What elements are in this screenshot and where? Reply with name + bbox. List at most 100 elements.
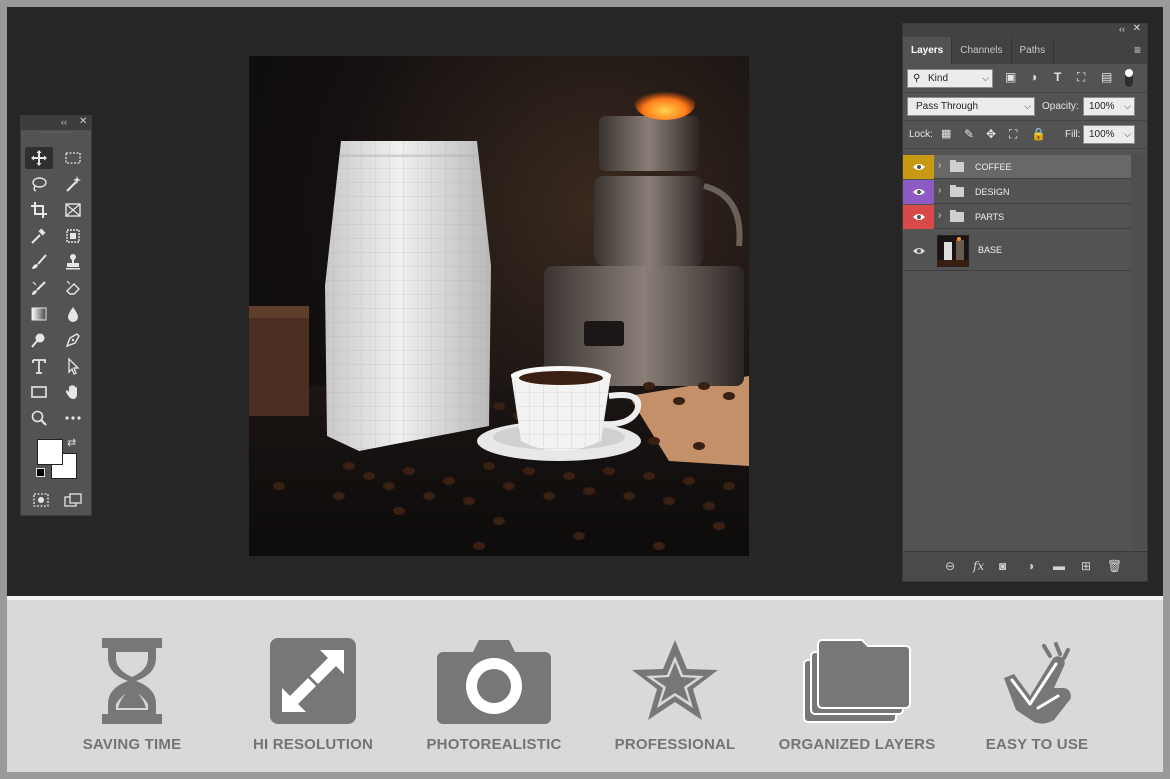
lock-artboard-icon[interactable]: ⛶ <box>1009 125 1017 144</box>
history-brush-tool-icon[interactable] <box>25 277 53 299</box>
close-icon[interactable]: ✕ <box>79 116 87 127</box>
close-icon[interactable]: ✕ <box>1133 23 1141 34</box>
layer-name: COFFEE <box>975 162 1012 172</box>
filter-kind-select[interactable]: ⚲ Kind ⌵ <box>907 69 993 88</box>
expand-arrow-icon[interactable]: › <box>938 185 941 196</box>
quick-mask-icon[interactable] <box>27 489 55 511</box>
visibility-eye-icon[interactable] <box>903 205 934 229</box>
frame-tool-icon[interactable] <box>59 199 87 221</box>
feature-label: EASY TO USE <box>985 736 1089 753</box>
expand-arrow-icon[interactable]: › <box>938 160 941 171</box>
blend-mode-select[interactable]: Pass Through ⌵ <box>907 97 1035 116</box>
lasso-tool-icon[interactable] <box>25 173 53 195</box>
dodge-tool-icon[interactable] <box>25 329 53 351</box>
lock-position-icon[interactable]: ✥ <box>986 125 996 144</box>
panel-menu-icon[interactable]: ≡ <box>1134 43 1141 57</box>
layer-row-parts[interactable]: › PARTS <box>903 205 1131 229</box>
delete-layer-icon[interactable]: 🗑 <box>1107 559 1122 573</box>
healing-tool-icon[interactable] <box>59 225 87 247</box>
adjustment-filter-icon[interactable]: ◑ <box>1030 68 1037 87</box>
layer-row-design[interactable]: › DESIGN <box>903 180 1131 204</box>
star-icon <box>590 638 760 728</box>
coffee-mockup-canvas[interactable] <box>249 56 749 556</box>
feature-photorealistic: PHOTOREALISTIC <box>409 600 579 772</box>
filter-toggle-icon[interactable] <box>1125 69 1133 87</box>
feature-hi-resolution: HI RESOLUTION <box>228 600 398 772</box>
visibility-eye-icon[interactable] <box>903 180 934 204</box>
camera-icon <box>409 638 579 728</box>
feature-professional: PROFESSIONAL <box>590 600 760 772</box>
collapse-icon[interactable]: ‹‹ <box>1119 24 1125 34</box>
more-tools-icon[interactable] <box>59 407 87 429</box>
link-layers-icon[interactable]: ⊖ <box>945 559 955 573</box>
tools-panel: ‹‹ ✕ ⇄ <box>20 115 92 516</box>
eraser-tool-icon[interactable] <box>59 277 87 299</box>
pen-tool-icon[interactable] <box>59 329 87 351</box>
coffee-scene-illustration <box>249 88 749 556</box>
move-tool-icon[interactable] <box>25 147 53 169</box>
crop-tool-icon[interactable] <box>25 199 53 221</box>
marquee-tool-icon[interactable] <box>59 147 87 169</box>
shape-filter-icon[interactable]: ⛶ <box>1077 68 1085 87</box>
opacity-input[interactable]: 100% ⌵ <box>1083 97 1135 116</box>
lock-all-icon[interactable]: 🔒 <box>1031 125 1046 144</box>
feature-saving-time: SAVING TIME <box>47 600 217 772</box>
screen-mode-icon[interactable] <box>59 489 87 511</box>
type-tool-icon[interactable] <box>25 355 53 377</box>
tools-panel-header[interactable]: ‹‹ ✕ <box>21 116 91 130</box>
hand-tool-icon[interactable] <box>59 381 87 403</box>
stamp-tool-icon[interactable] <box>59 251 87 273</box>
fill-input[interactable]: 100% ⌵ <box>1083 125 1135 144</box>
folder-icon <box>950 210 964 222</box>
swap-colors-icon[interactable]: ⇄ <box>67 436 76 449</box>
layer-name: DESIGN <box>975 187 1010 197</box>
adjustment-layer-icon[interactable]: ◑ <box>1027 559 1034 573</box>
add-mask-icon[interactable]: ◙ <box>999 559 1006 573</box>
expand-arrow-icon[interactable]: › <box>938 210 941 221</box>
pixel-filter-icon[interactable]: ▣ <box>1005 68 1016 87</box>
brush-tool-icon[interactable] <box>25 251 53 273</box>
filter-row: ⚲ Kind ⌵ ▣ ◑ T ⛶ ▤ <box>903 64 1147 93</box>
layer-name: PARTS <box>975 212 1005 222</box>
tab-channels[interactable]: Channels <box>952 37 1012 64</box>
gradient-tool-icon[interactable] <box>25 303 53 325</box>
foreground-color-swatch[interactable] <box>37 439 63 465</box>
blur-tool-icon[interactable] <box>59 303 87 325</box>
lock-row: Lock: ▦ ✎ ✥ ⛶ 🔒 Fill: 100% ⌵ <box>903 121 1147 149</box>
eyedropper-tool-icon[interactable] <box>25 225 53 247</box>
layer-row-coffee[interactable]: › COFFEE <box>903 155 1131 179</box>
blend-mode-value: Pass Through <box>916 101 979 112</box>
lock-brush-icon[interactable]: ✎ <box>964 125 974 144</box>
new-group-icon[interactable]: ▬ <box>1053 559 1065 573</box>
smart-object-filter-icon[interactable]: ▤ <box>1101 68 1112 87</box>
feature-label: HI RESOLUTION <box>252 736 374 753</box>
path-selection-tool-icon[interactable] <box>59 355 87 377</box>
layer-row-base[interactable]: BASE <box>903 230 1131 271</box>
tab-paths[interactable]: Paths <box>1012 37 1055 64</box>
fx-icon[interactable]: fx <box>973 559 984 573</box>
default-colors-icon[interactable] <box>36 468 45 477</box>
tab-layers[interactable]: Layers <box>903 37 953 64</box>
feature-label: PHOTOREALISTIC <box>426 736 562 753</box>
zoom-tool-icon[interactable] <box>25 407 53 429</box>
magic-wand-tool-icon[interactable] <box>59 173 87 195</box>
filter-kind-value: Kind <box>928 73 949 84</box>
new-layer-icon[interactable]: ⊞ <box>1081 559 1091 573</box>
layers-panel-topbar[interactable]: ‹‹ ✕ <box>903 23 1147 37</box>
chevron-down-icon[interactable]: ⌵ <box>1124 126 1131 143</box>
folder-icon <box>950 185 964 197</box>
rectangle-tool-icon[interactable] <box>25 381 53 403</box>
visibility-eye-icon[interactable] <box>903 155 934 179</box>
feature-easy-to-use: EASY TO USE <box>952 600 1122 772</box>
feature-label: ORGANIZED LAYERS <box>778 736 936 753</box>
chevron-down-icon[interactable]: ⌵ <box>1124 98 1131 115</box>
panel-grip[interactable] <box>41 132 71 138</box>
search-icon: ⚲ <box>913 73 921 84</box>
layers-scrollbar[interactable] <box>1131 154 1147 549</box>
lock-transparent-icon[interactable]: ▦ <box>941 125 951 144</box>
type-filter-icon[interactable]: T <box>1054 68 1061 87</box>
visibility-eye-icon[interactable] <box>903 230 934 271</box>
collapse-icon[interactable]: ‹‹ <box>61 117 67 127</box>
folders-icon <box>772 638 942 728</box>
feature-label: PROFESSIONAL <box>614 736 736 753</box>
